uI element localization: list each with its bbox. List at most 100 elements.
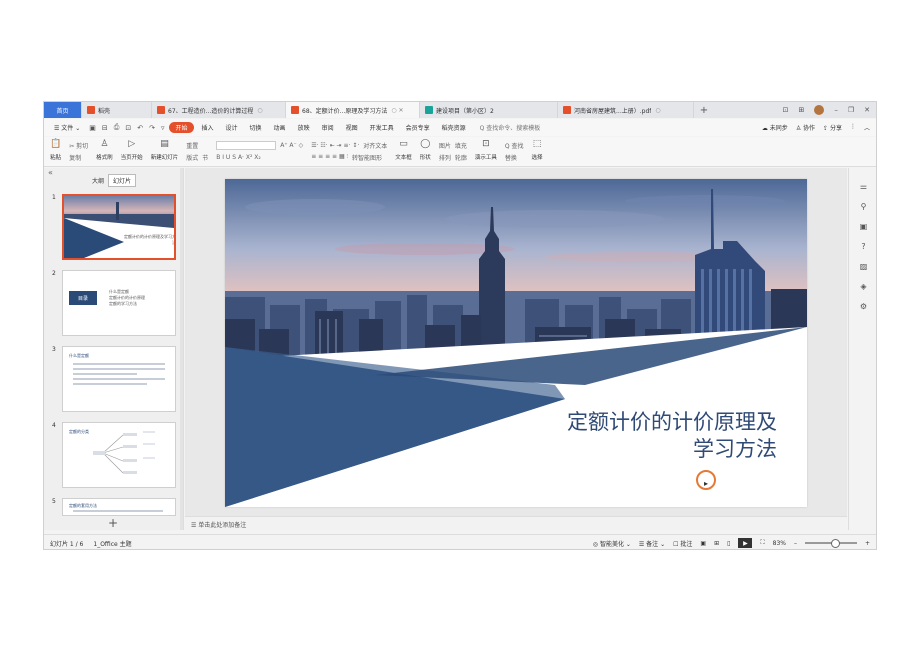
tab-docer[interactable]: 稻壳: [82, 102, 152, 118]
notes-toggle-button[interactable]: ☰ 备注 ⌄: [639, 539, 665, 548]
tab-construction-project[interactable]: 建设项目（第小区）2: [420, 102, 558, 118]
current-slide[interactable]: 定额计价的计价原理及 学习方法 ▸: [225, 179, 807, 507]
cut-button[interactable]: ✂ 剪切: [69, 141, 88, 150]
menu-item-transition[interactable]: 切换: [246, 123, 266, 132]
command-search[interactable]: Q 查找命令、搜索模板: [480, 123, 541, 132]
reading-view-icon[interactable]: ▯: [727, 540, 730, 547]
tab-doc-68-close-icon[interactable]: ○ ✕: [391, 107, 403, 114]
presenter-tools-button[interactable]: ⊡ 演示工具: [475, 137, 497, 161]
menu-item-view[interactable]: 视图: [342, 123, 362, 132]
comments-button[interactable]: ☐ 批注: [673, 539, 692, 548]
shape-button[interactable]: ◯ 形状: [420, 137, 431, 161]
apps-grid-icon[interactable]: ⊞: [798, 106, 804, 114]
text-box-button[interactable]: ▭ 文本框: [395, 137, 412, 161]
select-label: 选择: [531, 155, 543, 161]
layout-icon[interactable]: ⊡: [783, 106, 789, 114]
menu-item-docer-resources[interactable]: 稻壳资源: [438, 123, 470, 132]
alignment-icons[interactable]: ≡ ≡ ≡ ≡ ▦ ⫶: [311, 153, 348, 161]
export-icon[interactable]: ⊟: [101, 124, 109, 132]
tab-doc-67[interactable]: 67、工程造价...造价的计算过程 ○: [152, 102, 286, 118]
share-button[interactable]: ⇪ 分享: [823, 123, 842, 132]
font-family-select[interactable]: [216, 140, 277, 150]
close-button[interactable]: ✕: [864, 106, 870, 114]
zoom-slider[interactable]: [804, 539, 857, 548]
tab-outline[interactable]: 大纲: [88, 175, 108, 186]
menu-item-developer[interactable]: 开发工具: [366, 123, 398, 132]
normal-view-icon[interactable]: ▣: [700, 540, 706, 547]
slide-thumbnail-1[interactable]: 1 定额计价的计价原理及学习方法: [52, 194, 177, 262]
properties-icon[interactable]: ⚌: [860, 182, 867, 191]
slide-title[interactable]: 定额计价的计价原理及 学习方法: [567, 409, 777, 463]
more-options-icon[interactable]: ⋮: [850, 123, 856, 132]
outline-button[interactable]: 轮廓: [455, 153, 467, 162]
thumb-2-list: 什么是定额 定额计价的计价原理 定额的学习方法: [109, 289, 145, 307]
format-painter-button[interactable]: ♙ 格式刷: [96, 137, 113, 161]
notes-area[interactable]: ☰ 单击此处添加备注: [185, 516, 847, 530]
new-tab-button[interactable]: +: [694, 105, 714, 116]
print-icon[interactable]: ⎙: [113, 123, 121, 132]
menu-item-insert[interactable]: 插入: [198, 123, 218, 132]
picture-button[interactable]: 图片: [439, 141, 451, 150]
select-button[interactable]: ⬚ 选择: [532, 137, 543, 161]
file-menu[interactable]: ☰ 文件 ⌄: [50, 123, 84, 132]
font-size-icons[interactable]: A⁺ A⁻ ◇: [280, 142, 303, 149]
avatar[interactable]: [814, 105, 825, 115]
slide-thumbnail-2[interactable]: 2 目录 什么是定额 定额计价的计价原理 定额的学习方法: [52, 270, 177, 338]
arrange-button[interactable]: 排列: [439, 153, 451, 162]
slide-preview: 定额计价的计价原理及学习方法: [62, 194, 176, 260]
settings-icon[interactable]: ⚙: [860, 302, 867, 311]
slide-layout-icon[interactable]: ▣: [860, 222, 868, 231]
layout-button[interactable]: 版式: [186, 153, 198, 162]
font-style-buttons[interactable]: B I U S A· X² X₂: [216, 154, 261, 161]
save-icon[interactable]: ▣: [88, 124, 97, 132]
align-text-button[interactable]: 对齐文本: [363, 141, 387, 150]
section-button[interactable]: 节: [202, 153, 208, 162]
minimize-button[interactable]: –: [834, 106, 838, 114]
copy-button[interactable]: 复制: [69, 153, 81, 162]
menu-item-start[interactable]: 开始: [169, 122, 194, 133]
smart-beautify-button[interactable]: ◎ 智能美化 ⌄: [593, 539, 631, 548]
redo-icon[interactable]: ↷: [148, 124, 156, 132]
restore-button[interactable]: ❐: [848, 106, 854, 114]
menu-item-member[interactable]: 会员专享: [402, 123, 434, 132]
find-button[interactable]: Q 查找: [505, 141, 524, 150]
more-dropdown-icon[interactable]: ▿: [160, 124, 166, 132]
replace-button[interactable]: 替换: [505, 153, 517, 162]
undo-icon[interactable]: ↶: [136, 124, 144, 132]
menu-item-animation[interactable]: 动画: [270, 123, 290, 132]
preview-icon[interactable]: ⊡: [124, 124, 132, 132]
slide-thumbnail-3[interactable]: 3 什么是定额: [52, 346, 177, 414]
collaborate-button[interactable]: ♙ 协作: [796, 123, 815, 132]
thumbnail-scrollbar[interactable]: [180, 168, 183, 530]
new-slide-button[interactable]: ▤ 新建幻灯片: [151, 137, 179, 161]
location-icon[interactable]: ◈: [860, 282, 866, 291]
play-slideshow-button[interactable]: ▶: [738, 538, 753, 548]
smart-shape-button[interactable]: 转智能图形: [352, 153, 382, 162]
slide-thumbnail-5[interactable]: 5 定额的套用方法: [52, 498, 177, 516]
animation-pin-icon[interactable]: ⚲: [861, 202, 867, 211]
status-bar: 幻灯片 1 / 6 1_Office 主题 ◎ 智能美化 ⌄ ☰ 备注 ⌄ ☐ …: [44, 534, 876, 549]
start-from-current-button[interactable]: ▷ 当页开始: [121, 137, 143, 161]
tab-home[interactable]: 首页: [44, 102, 82, 118]
zoom-in-button[interactable]: +: [865, 540, 870, 547]
help-icon[interactable]: ?: [861, 242, 865, 251]
menu-item-review[interactable]: 审阅: [318, 123, 338, 132]
collapse-ribbon-icon[interactable]: ︿: [864, 123, 870, 132]
tab-pdf[interactable]: 河南省房屋建筑...上册）.pdf ○: [558, 102, 694, 118]
slide-thumbnail-4[interactable]: 4 定额的分类: [52, 422, 177, 490]
zoom-out-button[interactable]: –: [794, 540, 797, 547]
image-edit-icon[interactable]: ▨: [860, 262, 868, 271]
fit-window-icon[interactable]: ⛶: [760, 539, 764, 547]
reset-button[interactable]: 重置: [186, 141, 198, 150]
slide-sorter-icon[interactable]: ⊞: [714, 540, 719, 547]
fill-button[interactable]: 填充: [455, 141, 467, 150]
menu-item-design[interactable]: 设计: [222, 123, 242, 132]
tab-slides[interactable]: 幻灯片: [108, 173, 137, 187]
list-icons[interactable]: ☰· ☷· ⇤ ⇥ ≡· ↕·: [311, 142, 359, 149]
tab-doc-68[interactable]: 68、定额计价...原理及学习方法 ○ ✕: [286, 102, 420, 118]
paste-button[interactable]: 📋 粘贴: [50, 137, 61, 161]
add-slide-button[interactable]: +: [108, 516, 118, 530]
zoom-level[interactable]: 83%: [773, 540, 786, 547]
sync-status[interactable]: ☁ 未同步: [762, 123, 788, 132]
menu-item-slideshow[interactable]: 放映: [294, 123, 314, 132]
